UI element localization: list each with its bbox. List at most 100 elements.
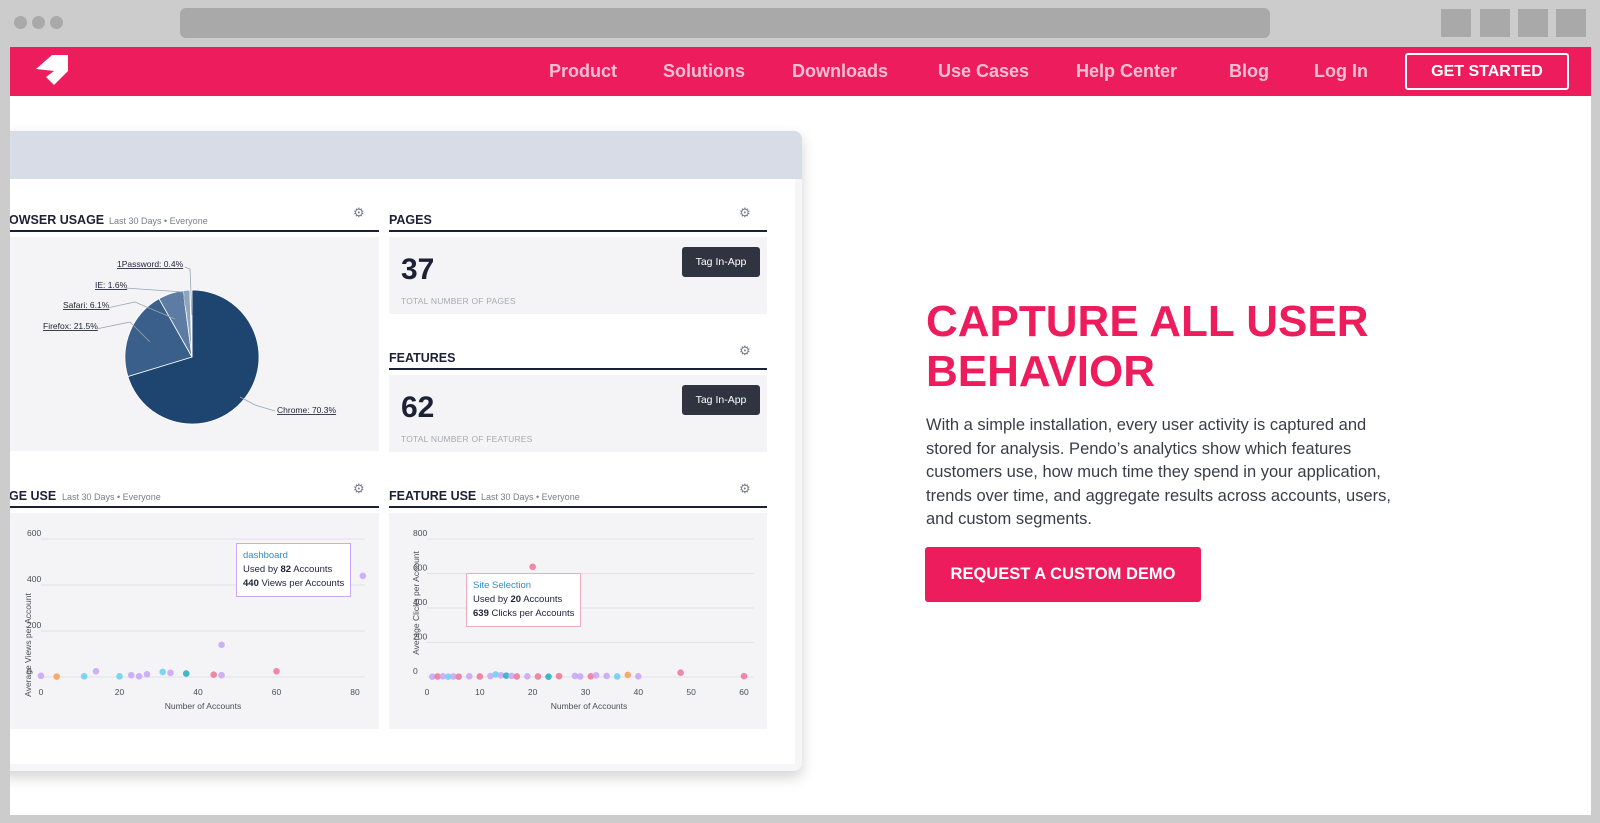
dashboard-body: OWSER USAGE Last 30 Days • Everyone ⚙ 1P…: [10, 179, 795, 764]
panel-divider: [389, 368, 767, 370]
scatter-point[interactable]: [624, 671, 632, 679]
window-minimize-dot[interactable]: [32, 16, 45, 29]
pie-label-chrome: Chrome: 70.3%: [277, 405, 336, 415]
scatter-point[interactable]: [613, 673, 621, 680]
panel-divider: [389, 506, 767, 508]
tooltip-line-2: 440 Views per Accounts: [243, 578, 345, 589]
scatter-point[interactable]: [545, 673, 552, 680]
nav-item-downloads[interactable]: Downloads: [792, 61, 888, 82]
scatter-point[interactable]: [143, 670, 151, 678]
scatter-point[interactable]: [524, 673, 531, 680]
pie-label-firefox: Firefox: 21.5%: [43, 321, 98, 331]
page-use-ylabel: Average Views per Account: [23, 593, 33, 697]
scatter-point[interactable]: [135, 673, 143, 680]
window-zoom-dot[interactable]: [50, 16, 63, 29]
tag-in-app-button-pages[interactable]: Tag In-App: [682, 247, 760, 277]
scatter-point[interactable]: [218, 671, 225, 679]
request-demo-button[interactable]: REQUEST A CUSTOM DEMO: [925, 547, 1201, 602]
window-button-2[interactable]: [1480, 9, 1510, 37]
tooltip-title: Site Selection: [473, 580, 532, 591]
pages-title: PAGES: [389, 213, 432, 227]
nav-item-use-cases[interactable]: Use Cases: [938, 61, 1029, 82]
gear-icon[interactable]: ⚙: [353, 205, 365, 221]
scatter-point[interactable]: [37, 672, 45, 680]
feature-use-meta: Last 30 Days • Everyone: [481, 492, 580, 502]
y-tick-label: 400: [27, 574, 41, 584]
pie-label-safari: Safari: 6.1%: [63, 300, 110, 310]
features-count: 62: [401, 391, 435, 424]
gear-icon[interactable]: ⚙: [353, 481, 365, 497]
features-title: FEATURES: [389, 351, 456, 365]
page-use-title: GE USE: [10, 489, 57, 503]
panel-divider: [10, 230, 379, 232]
window-button-4[interactable]: [1556, 9, 1586, 37]
scatter-point[interactable]: [455, 673, 462, 680]
hero-title: CAPTURE ALL USER BEHAVIOR: [926, 297, 1486, 397]
scatter-point[interactable]: [127, 671, 135, 679]
browser-usage-meta: Last 30 Days • Everyone: [109, 216, 208, 226]
scatter-point[interactable]: [116, 673, 123, 680]
scatter-point[interactable]: [218, 641, 225, 649]
window-button-3[interactable]: [1518, 9, 1548, 37]
window-close-dot[interactable]: [14, 16, 27, 29]
panel-divider: [389, 230, 767, 232]
nav-item-log-in[interactable]: Log In: [1314, 61, 1368, 82]
nav-item-help-center[interactable]: Help Center: [1076, 61, 1177, 82]
hero-title-line-1: CAPTURE ALL USER: [926, 297, 1369, 346]
pendo-logo-icon[interactable]: [32, 55, 70, 89]
nav-item-blog[interactable]: Blog: [1229, 61, 1269, 82]
window-button-1[interactable]: [1441, 9, 1471, 37]
scatter-point[interactable]: [273, 667, 280, 675]
browser-pie-chart: 1Password: 0.4% IE: 1.6% Safari: 6.1% Fi…: [43, 259, 336, 425]
x-tick-label: 40: [193, 687, 203, 697]
scatter-point[interactable]: [740, 672, 748, 680]
scatter-point[interactable]: [92, 667, 100, 675]
gear-icon[interactable]: ⚙: [739, 343, 751, 359]
y-tick-label: 0: [413, 666, 418, 676]
scatter-point[interactable]: [603, 672, 610, 680]
scatter-point[interactable]: [80, 673, 88, 680]
pie-chart-area: 1Password: 0.4% IE: 1.6% Safari: 6.1% Fi…: [10, 237, 379, 451]
gear-icon[interactable]: ⚙: [739, 205, 751, 221]
address-bar[interactable]: [180, 8, 1270, 38]
scatter-point[interactable]: [210, 671, 217, 678]
scatter-point[interactable]: [592, 671, 600, 679]
scatter-point[interactable]: [53, 673, 60, 680]
scatter-point[interactable]: [576, 673, 584, 680]
gear-icon[interactable]: ⚙: [739, 481, 751, 497]
page-use-tooltip: dashboard Used by 82 Accounts 440 Views …: [236, 543, 352, 597]
tag-in-app-button-features[interactable]: Tag In-App: [682, 385, 760, 415]
scatter-point[interactable]: [555, 672, 563, 680]
nav-item-solutions[interactable]: Solutions: [663, 61, 745, 82]
scatter-point[interactable]: [167, 669, 174, 677]
x-tick-label: 30: [581, 687, 591, 697]
x-tick-label: 20: [115, 687, 125, 697]
scatter-point[interactable]: [534, 673, 542, 680]
scatter-point[interactable]: [529, 563, 536, 571]
scatter-point[interactable]: [635, 673, 642, 680]
scatter-point[interactable]: [465, 673, 473, 680]
nav-item-product[interactable]: Product: [549, 61, 617, 82]
scatter-point[interactable]: [677, 669, 684, 676]
page-use-xlabel: Number of Accounts: [165, 701, 242, 711]
x-tick-label: 0: [425, 687, 430, 697]
get-started-button[interactable]: GET STARTED: [1405, 53, 1569, 90]
top-nav: Product Solutions Downloads Use Cases He…: [10, 47, 1591, 96]
page-viewport: Product Solutions Downloads Use Cases He…: [10, 47, 1591, 815]
scatter-point[interactable]: [476, 673, 484, 680]
panel-divider: [10, 506, 379, 508]
scatter-point[interactable]: [159, 668, 166, 676]
pages-caption: TOTAL NUMBER OF PAGES: [401, 296, 516, 306]
hero-title-line-2: BEHAVIOR: [926, 347, 1155, 396]
scatter-point[interactable]: [513, 673, 521, 680]
pie-leader-chrome: [239, 396, 276, 412]
tooltip-line-1: Used by 20 Accounts: [473, 594, 563, 605]
tooltip-line-1: Used by 82 Accounts: [243, 564, 333, 575]
feature-use-ylabel: Average Clicks per Account: [411, 550, 421, 654]
x-tick-label: 80: [350, 687, 360, 697]
feature-use-xlabel: Number of Accounts: [551, 701, 628, 711]
scatter-point[interactable]: [359, 572, 367, 580]
scatter-point[interactable]: [182, 670, 190, 677]
tooltip-line-2: 639 Clicks per Accounts: [473, 608, 575, 619]
x-tick-label: 50: [686, 687, 696, 697]
